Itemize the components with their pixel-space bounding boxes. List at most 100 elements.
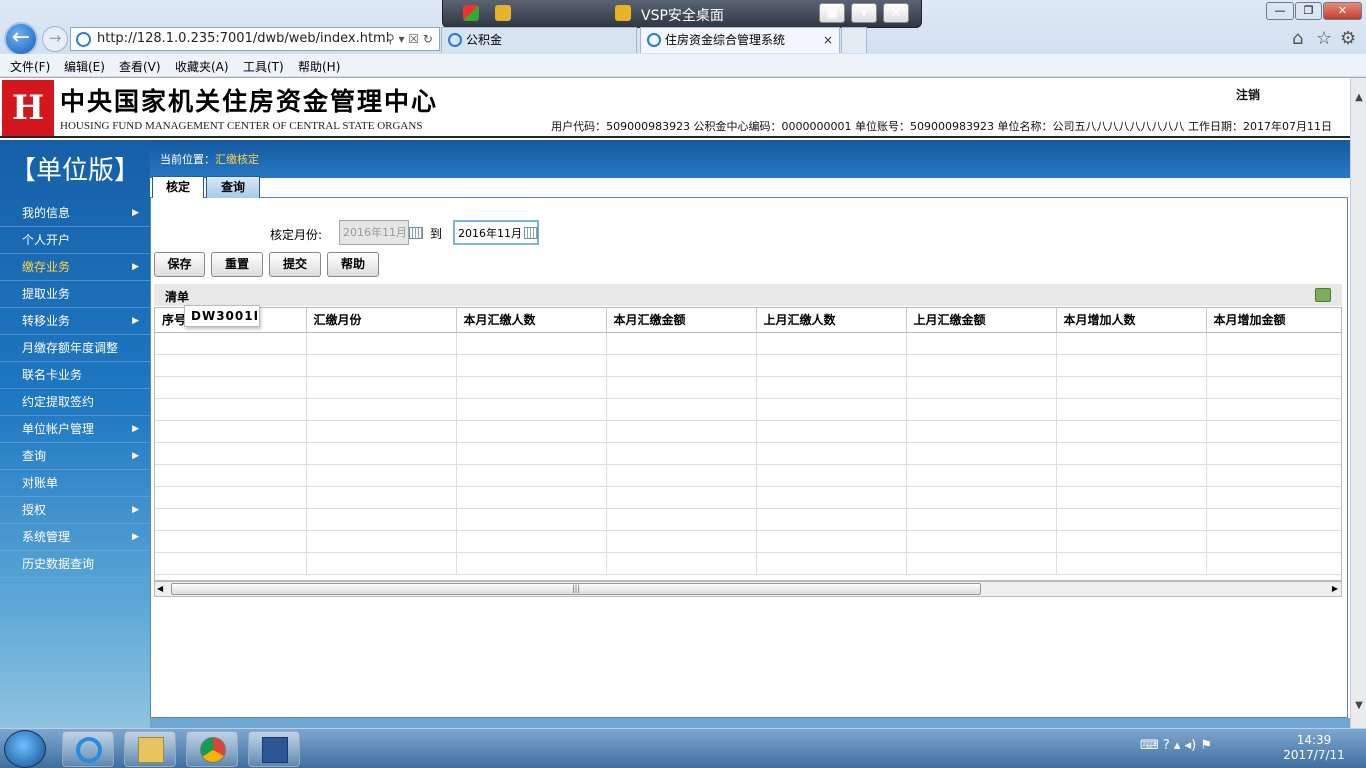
logout-link[interactable]: 注销 <box>1236 86 1260 103</box>
address-tools-icons[interactable]: ⚲ ▾ ☒ ↻ <box>386 28 433 50</box>
save-button[interactable]: 保存 <box>154 252 205 277</box>
col-cur-amount[interactable]: 本月汇缴金额 <box>606 308 757 333</box>
sidebar-item-account-manage[interactable]: 单位帐户管理 ▶ <box>0 416 150 443</box>
table-cell <box>1056 354 1207 377</box>
sidebar-item-statement[interactable]: 对账单 <box>0 470 150 497</box>
sidebar-item-system[interactable]: 系统管理 ▶ <box>0 524 150 551</box>
sidebar-item-transfer[interactable]: 转移业务 ▶ <box>0 308 150 335</box>
sidebar-item-authorize[interactable]: 授权 ▶ <box>0 497 150 524</box>
table-cell <box>155 354 307 377</box>
table-cell <box>906 552 1057 575</box>
sidebar-item-history[interactable]: 历史数据查询 <box>0 551 150 578</box>
table-row[interactable] <box>155 464 1341 487</box>
table-row[interactable] <box>155 376 1341 399</box>
dropdown-icon[interactable]: ▾ <box>851 3 877 23</box>
menu-edit[interactable]: 编辑(E) <box>64 58 105 75</box>
system-tray-icons[interactable]: ⌨ ? ▴ ◂) ⚑ <box>1140 738 1212 753</box>
sidebar-item-personal-account[interactable]: 个人开户 <box>0 227 150 254</box>
table-cell <box>155 442 307 465</box>
minimize-button[interactable]: — <box>1266 2 1294 20</box>
browser-tab-gongjijin[interactable]: 公积金 <box>441 27 637 53</box>
table-row[interactable] <box>155 530 1341 553</box>
sidebar-item-withdraw[interactable]: 提取业务 <box>0 281 150 308</box>
table-cell <box>1206 486 1341 509</box>
close-button[interactable]: ✕ <box>1323 2 1362 20</box>
new-tab-button[interactable] <box>841 27 867 53</box>
sidebar-item-withdraw-contract[interactable]: 约定提取签约 <box>0 389 150 416</box>
col-cur-count[interactable]: 本月汇缴人数 <box>456 308 607 333</box>
edition-label: 【单位版】 <box>9 156 140 186</box>
col-prev-count[interactable]: 上月汇缴人数 <box>756 308 907 333</box>
page-vertical-scrollbar[interactable]: ▲ ▼ <box>1350 78 1366 728</box>
table-cell <box>1056 530 1207 553</box>
col-add-count[interactable]: 本月增加人数 <box>1056 308 1207 333</box>
table-row[interactable] <box>155 420 1341 443</box>
reset-button[interactable]: 重置 <box>211 252 263 277</box>
favorites-icon[interactable]: ☆ <box>1316 28 1332 49</box>
clock[interactable]: 14:39 2017/7/11 <box>1266 733 1362 763</box>
sidebar-item-cobrand-card[interactable]: 联名卡业务 <box>0 362 150 389</box>
table-row[interactable] <box>155 442 1341 465</box>
list-header-bar <box>154 284 1342 306</box>
table-row[interactable] <box>155 486 1341 509</box>
calendar-icon[interactable] <box>409 227 423 239</box>
grid-horizontal-scrollbar[interactable]: ◀ ||| ▶ <box>154 581 1342 597</box>
settings-icon[interactable]: ⚙ <box>1340 28 1356 49</box>
menu-favorites[interactable]: 收藏夹(A) <box>175 58 229 75</box>
ie-icon <box>76 737 102 763</box>
table-cell <box>306 530 457 553</box>
taskbar-explorer[interactable] <box>124 731 176 767</box>
table-row[interactable] <box>155 398 1341 421</box>
scroll-thumb[interactable]: ||| <box>171 583 981 595</box>
sidebar-item-query[interactable]: 查询 ▶ <box>0 443 150 470</box>
submit-button[interactable]: 提交 <box>269 252 321 277</box>
table-row[interactable] <box>155 508 1341 531</box>
table-cell <box>906 486 1057 509</box>
export-icon[interactable] <box>1315 288 1331 302</box>
tab-label: 住房资金综合管理系统 <box>665 33 786 47</box>
col-month[interactable]: 汇缴月份 <box>306 308 457 333</box>
table-row[interactable] <box>155 552 1341 575</box>
sidebar-item-label: 查询 <box>22 449 47 463</box>
sidebar-item-label: 个人开户 <box>22 233 71 247</box>
windows-flag-icon <box>463 5 479 21</box>
home-icon[interactable]: ⌂ <box>1292 28 1303 49</box>
sidebar-item-deposit[interactable]: 缴存业务 ▶ <box>0 254 150 281</box>
menu-help[interactable]: 帮助(H) <box>298 58 340 75</box>
forward-button[interactable]: → <box>42 26 68 52</box>
table-row[interactable] <box>155 332 1341 355</box>
scroll-up-icon[interactable]: ▲ <box>1351 92 1366 108</box>
menu-file[interactable]: 文件(F) <box>10 58 50 75</box>
tab-query[interactable]: 查询 <box>206 176 260 198</box>
back-button[interactable]: ← <box>4 22 38 56</box>
sidebar-item-my-info[interactable]: 我的信息 ▶ <box>0 200 150 227</box>
table-cell <box>306 464 457 487</box>
col-prev-amount[interactable]: 上月汇缴金额 <box>906 308 1057 333</box>
vsp-close-icon[interactable]: ✕ <box>883 3 909 23</box>
table-cell <box>606 530 757 553</box>
menu-tools[interactable]: 工具(T) <box>243 58 284 75</box>
tab-close-icon[interactable]: × <box>823 28 833 52</box>
sidebar-item-annual-adjust[interactable]: 月缴存额年度调整 <box>0 335 150 362</box>
table-cell <box>756 420 907 443</box>
taskbar-word[interactable] <box>248 731 300 767</box>
col-add-amount[interactable]: 本月增加金额 <box>1206 308 1341 333</box>
table-cell <box>1206 354 1341 377</box>
maximize-button[interactable]: ❐ <box>1295 2 1322 20</box>
start-button[interactable] <box>4 730 46 768</box>
table-row[interactable] <box>155 354 1341 377</box>
scroll-right-icon[interactable]: ▶ <box>1332 582 1338 596</box>
scroll-down-icon[interactable]: ▼ <box>1351 700 1366 716</box>
help-button[interactable]: 帮助 <box>327 252 379 277</box>
calendar-icon[interactable] <box>524 227 538 239</box>
address-bar[interactable]: http://128.1.0.235:7001/dwb/web/index.ht… <box>70 27 440 51</box>
taskbar-chrome[interactable] <box>186 731 238 767</box>
menu-view[interactable]: 查看(V) <box>119 58 161 75</box>
taskbar-ie[interactable] <box>62 731 114 767</box>
browser-tab-system[interactable]: 住房资金综合管理系统 × <box>640 27 840 53</box>
table-cell <box>155 486 307 509</box>
tab-verify[interactable]: 核定 <box>152 176 204 198</box>
table-cell <box>306 552 457 575</box>
scroll-left-icon[interactable]: ◀ <box>157 582 163 596</box>
lock-icon[interactable]: ▣ <box>819 3 845 23</box>
